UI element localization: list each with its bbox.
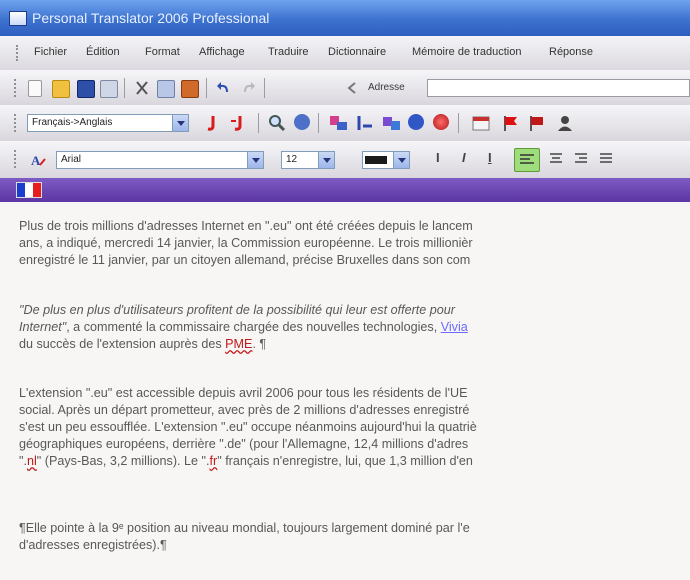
italic-icon[interactable]: I — [462, 150, 466, 165]
color-swatch — [365, 156, 387, 164]
undo-icon[interactable] — [216, 80, 232, 96]
chevron-down-icon — [247, 152, 263, 168]
commissioner-link[interactable]: Vivia — [441, 320, 468, 334]
text-line: du succès de l'extension auprès des — [19, 337, 226, 351]
underline-icon[interactable]: I — [488, 150, 492, 165]
search-icon[interactable] — [268, 114, 286, 132]
stop-icon[interactable] — [433, 114, 449, 130]
app-icon — [9, 11, 27, 26]
menu-format[interactable]: Format — [145, 46, 180, 58]
menu-fichier[interactable]: Fichier — [34, 46, 67, 58]
menu-traduire[interactable]: Traduire — [268, 46, 309, 58]
address-input[interactable] — [427, 79, 690, 97]
menu-memoire[interactable]: Mémoire de traduction — [412, 46, 521, 58]
new-document-icon[interactable] — [28, 80, 42, 97]
font-size-select[interactable]: 12 — [281, 151, 335, 169]
toolbar-grip — [14, 114, 22, 132]
alternatives-icon[interactable] — [329, 114, 347, 130]
align-center-icon[interactable] — [548, 151, 564, 167]
toolbar-grip — [14, 150, 22, 168]
translation-direction-select[interactable]: Français->Anglais — [27, 114, 189, 132]
toolbar-separator — [124, 78, 125, 98]
text-line: enregistré le 11 janvier, par un citoyen… — [19, 253, 471, 267]
save-icon[interactable] — [77, 80, 95, 98]
title-bar: Personal Translator 2006 Professional — [0, 0, 690, 36]
menu-dictionnaire[interactable]: Dictionnaire — [328, 46, 386, 58]
font-name-value: Arial — [61, 154, 82, 165]
text-line: "De plus en plus d'utilisateurs profiten… — [19, 303, 456, 317]
text-line: d'adresses enregistrées).¶ — [19, 538, 167, 552]
flag-left-icon[interactable] — [501, 114, 517, 131]
menu-edition[interactable]: Édition — [86, 46, 120, 58]
unknown-word[interactable]: PME — [225, 337, 252, 351]
paragraph-3: L'extension ".eu" est accessible depuis … — [19, 385, 690, 470]
standard-toolbar: Adresse — [0, 70, 690, 106]
menu-affichage[interactable]: Affichage — [199, 46, 245, 58]
paragraph-2: "De plus en plus d'utilisateurs profiten… — [19, 302, 690, 353]
font-size-value: 12 — [286, 154, 298, 165]
open-folder-icon[interactable] — [52, 80, 70, 98]
text-line: ". — [19, 454, 27, 468]
text-line: , a commenté la commissaire chargée des … — [66, 320, 441, 334]
text-line: s'est un peu essoufflée. L'extension ".e… — [19, 420, 477, 434]
paragraph-1: Plus de trois millions d'adresses Intern… — [19, 218, 690, 269]
redo-icon[interactable] — [240, 80, 256, 96]
flag-right-icon[interactable] — [527, 114, 543, 131]
text-line: " (Pays-Bas, 3,2 millions). Le ". — [36, 454, 210, 468]
cut-icon[interactable] — [134, 80, 150, 96]
address-arrow-icon — [345, 80, 361, 96]
text-line: géographiques européens, derrière ".de" … — [19, 437, 469, 451]
text-line: Plus de trois millions d'adresses Intern… — [19, 219, 473, 233]
paste-icon[interactable] — [181, 80, 199, 98]
align-left-icon[interactable] — [514, 148, 540, 172]
window-title: Personal Translator 2006 Professional — [32, 10, 270, 26]
copy-icon[interactable] — [157, 80, 175, 98]
address-label: Adresse — [368, 82, 405, 93]
font-name-select[interactable]: Arial — [56, 151, 264, 169]
toolbar-separator — [318, 113, 319, 133]
translate-red-j-icon[interactable] — [203, 114, 219, 131]
bold-icon[interactable]: I — [436, 150, 440, 165]
translation-direction-value: Français->Anglais — [32, 117, 113, 128]
align-right-icon[interactable] — [573, 151, 589, 167]
format-toolbar: A Arial 12 I I I — [0, 141, 690, 179]
language-bar — [0, 178, 690, 202]
phrase-icon[interactable] — [382, 114, 400, 130]
translate-red-j2-icon[interactable] — [229, 114, 245, 131]
toolbar-separator — [264, 78, 265, 98]
text-line: " français n'enregistre, lui, que 1,3 mi… — [217, 454, 473, 468]
font-style-icon[interactable]: A — [30, 151, 46, 168]
menu-bar: Fichier Édition Format Affichage Traduir… — [0, 36, 690, 71]
menu-grip — [16, 45, 24, 61]
toolbar-separator — [458, 113, 459, 133]
toolbar-separator — [206, 78, 207, 98]
text-line: social. Après un départ prometteur, avec… — [19, 403, 470, 417]
text-line: L'extension ".eu" est accessible depuis … — [19, 386, 468, 400]
svg-text:A: A — [31, 153, 41, 168]
font-color-select[interactable] — [362, 151, 410, 169]
rule-icon[interactable] — [356, 114, 372, 130]
chevron-down-icon — [393, 152, 409, 168]
calendar-icon[interactable] — [471, 114, 490, 131]
dictionary-lookup-icon[interactable] — [294, 114, 310, 130]
document-editor[interactable]: Plus de trois millions d'adresses Intern… — [0, 202, 690, 580]
chevron-down-icon — [318, 152, 334, 168]
pilcrow: . ¶ — [252, 337, 267, 351]
text-line: ans, a indiqué, mercredi 14 janvier, la … — [19, 236, 473, 250]
globe-icon[interactable] — [408, 114, 424, 130]
unknown-word[interactable]: nl — [27, 454, 37, 468]
french-flag-icon — [16, 182, 42, 198]
person-icon[interactable] — [556, 114, 572, 131]
toolbar-separator — [258, 113, 259, 133]
print-icon[interactable] — [100, 80, 118, 98]
justify-icon[interactable] — [598, 151, 614, 167]
paragraph-4: ¶Elle pointe à la 9ᵉ position au niveau … — [19, 520, 690, 554]
toolbar-grip — [14, 79, 22, 97]
text-line: ¶Elle pointe à la 9ᵉ position au niveau … — [19, 521, 470, 535]
chevron-down-icon — [172, 115, 188, 131]
menu-reponse[interactable]: Réponse — [549, 46, 593, 58]
translation-toolbar: Français->Anglais — [0, 105, 690, 142]
quote-end: Internet" — [19, 320, 67, 334]
